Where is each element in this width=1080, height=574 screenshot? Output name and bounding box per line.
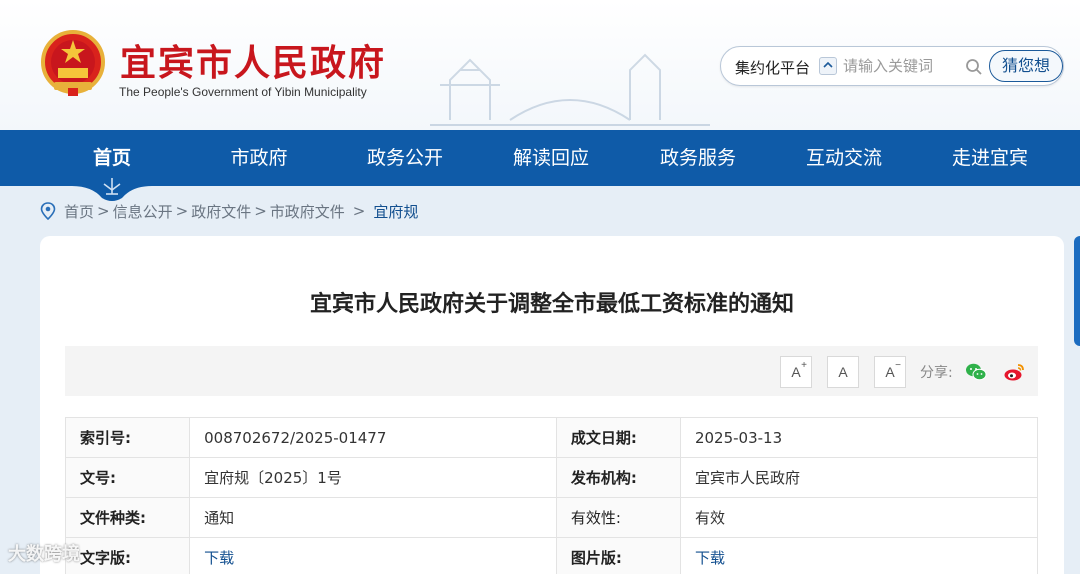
breadcrumb-info-public[interactable]: 信息公开 [113, 201, 173, 222]
publisher-value: 宜宾市人民政府 [679, 457, 1039, 498]
breadcrumb-separator: > [254, 202, 267, 220]
plus-icon: + [801, 360, 807, 371]
document-info-table: 索引号: 008702672/2025-01477 成文日期: 2025-03-… [64, 417, 1039, 574]
written-date-value: 2025-03-13 [679, 417, 1039, 458]
table-row: 文字版: 下载 图片版: 下载 [64, 537, 1039, 574]
table-row: 索引号: 008702672/2025-01477 成文日期: 2025-03-… [64, 417, 1039, 458]
main-nav: 首页 市政府 政务公开 解读回应 政务服务 互动交流 走进宜宾 [0, 130, 1080, 186]
national-emblem-icon[interactable] [40, 30, 106, 98]
font-larger-button[interactable]: A + [780, 356, 812, 388]
watermark-text: 大数跨境 [8, 544, 80, 565]
doc-number-label: 文号: [64, 457, 191, 498]
site-header: 宜宾市人民政府 The People's Government of Yibin… [0, 0, 1080, 130]
location-pin-icon [40, 202, 56, 220]
active-tab-marker [72, 178, 152, 201]
city-skyline-decoration [430, 53, 710, 126]
validity-value: 有效 [679, 497, 1039, 538]
text-version-download-link[interactable]: 下载 [189, 537, 557, 574]
breadcrumb-current[interactable]: 宜府规 [373, 201, 418, 222]
text-version-label: 文字版: [64, 537, 191, 574]
doc-type-value: 通知 [189, 497, 557, 538]
nav-item-public-affairs[interactable]: 政务公开 [345, 130, 465, 186]
font-larger-label: A [791, 364, 801, 380]
publisher-label: 发布机构: [555, 457, 681, 498]
breadcrumb-home[interactable]: 首页 [64, 201, 94, 222]
search-input[interactable] [843, 55, 963, 77]
image-version-download-link[interactable]: 下载 [679, 537, 1039, 574]
validity-label: 有效性: [555, 497, 681, 538]
font-smaller-label: A [885, 364, 895, 380]
doc-number-value: 宜府规〔2025〕1号 [189, 457, 557, 498]
site-title[interactable]: 宜宾市人民政府 [120, 34, 386, 86]
font-normal-button[interactable]: A [827, 356, 859, 388]
nav-item-about-yibin[interactable]: 走进宜宾 [930, 130, 1050, 186]
breadcrumb-separator: > [352, 202, 366, 220]
nav-item-services[interactable]: 政务服务 [638, 130, 758, 186]
nav-item-government[interactable]: 市政府 [199, 130, 319, 186]
minus-icon: − [895, 360, 901, 371]
guess-button[interactable]: 猜您想 [989, 50, 1063, 82]
share-label: 分享: [920, 365, 953, 381]
wechat-icon[interactable] [965, 362, 987, 382]
breadcrumb-city-docs[interactable]: 市政府文件 [270, 201, 345, 222]
written-date-label: 成文日期: [555, 417, 681, 458]
image-version-label: 图片版: [555, 537, 681, 574]
platform-label[interactable]: 集约化平台 [735, 57, 810, 78]
doc-type-label: 文件种类: [64, 497, 191, 538]
breadcrumb-separator: > [175, 202, 189, 220]
table-row: 文件种类: 通知 有效性: 有效 [64, 497, 1039, 538]
nav-item-interaction[interactable]: 互动交流 [784, 130, 904, 186]
breadcrumb-gov-docs[interactable]: 政府文件 [191, 201, 251, 222]
index-number-label: 索引号: [64, 417, 191, 458]
chevron-down-icon[interactable] [819, 57, 837, 75]
nav-item-interpretation[interactable]: 解读回应 [491, 130, 611, 186]
search-box: 集约化平台 猜您想 [720, 46, 1064, 86]
site-subtitle: The People's Government of Yibin Municip… [119, 85, 367, 99]
breadcrumb-separator: > [97, 202, 110, 220]
font-normal-label: A [838, 364, 848, 380]
table-row: 文号: 宜府规〔2025〕1号 发布机构: 宜宾市人民政府 [64, 457, 1039, 498]
index-number-value: 008702672/2025-01477 [189, 417, 557, 458]
font-smaller-button[interactable]: A − [874, 356, 906, 388]
search-icon[interactable] [965, 58, 983, 76]
breadcrumb: 首页 > 信息公开 > 政府文件 > 市政府文件 > 宜府规 [40, 200, 418, 222]
document-title: 宜宾市人民政府关于调整全市最低工资标准的通知 [309, 292, 794, 317]
weibo-icon[interactable] [1003, 362, 1025, 382]
